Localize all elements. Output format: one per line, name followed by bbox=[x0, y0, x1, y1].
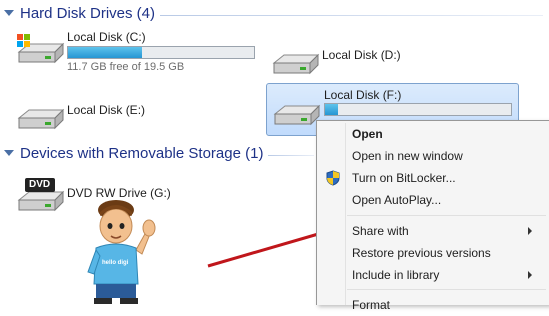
menu-item-label: Share with bbox=[352, 224, 409, 238]
menu-item-share-with[interactable]: Share with bbox=[319, 220, 546, 242]
menu-item-label: Open in new window bbox=[352, 149, 463, 163]
group-divider bbox=[160, 15, 543, 16]
uac-shield-icon bbox=[326, 170, 340, 186]
drive-usage-bar bbox=[324, 103, 512, 116]
dvd-logo-label: DVD bbox=[29, 179, 51, 190]
mascot-illustration: hello digi bbox=[84, 198, 164, 304]
drive-usage-bar bbox=[67, 46, 255, 59]
hard-drive-icon bbox=[17, 108, 65, 130]
drive-free-space: 11.7 GB free of 19.5 GB bbox=[67, 61, 185, 73]
menu-separator bbox=[347, 289, 546, 290]
hard-drive-icon bbox=[273, 104, 321, 126]
group-header-hard-disk-drives[interactable]: Hard Disk Drives (4) bbox=[0, 3, 549, 25]
drive-e[interactable]: Local Disk (E:) bbox=[15, 98, 155, 132]
menu-item-open-autoplay[interactable]: Open AutoPlay... bbox=[319, 189, 546, 211]
collapse-chevron-icon[interactable] bbox=[4, 10, 14, 16]
context-menu: Open Open in new window Turn on BitLocke… bbox=[316, 120, 549, 312]
submenu-arrow-icon bbox=[528, 271, 532, 279]
menu-item-label: Restore previous versions bbox=[352, 246, 491, 260]
menu-item-open[interactable]: Open bbox=[319, 123, 546, 145]
menu-item-include-in-library[interactable]: Include in library bbox=[319, 264, 546, 286]
menu-item-label: Open AutoPlay... bbox=[352, 193, 442, 207]
group-title: Hard Disk Drives (4) bbox=[20, 5, 156, 22]
mascot-shirt-text: hello digi bbox=[102, 260, 129, 266]
drive-name: Local Disk (C:) bbox=[67, 30, 146, 44]
drive-d[interactable]: Local Disk (D:) bbox=[270, 43, 410, 77]
menu-item-restore-previous-versions[interactable]: Restore previous versions bbox=[319, 242, 546, 264]
drive-name: Local Disk (D:) bbox=[322, 48, 401, 62]
menu-item-label: Include in library bbox=[352, 268, 440, 282]
drive-c[interactable]: Local Disk (C:) 11.7 GB free of 19.5 GB bbox=[15, 30, 265, 78]
windows-drive-icon bbox=[17, 34, 65, 64]
hard-drive-icon bbox=[272, 53, 320, 75]
group-divider bbox=[268, 155, 314, 156]
menu-separator bbox=[347, 215, 546, 216]
collapse-chevron-icon[interactable] bbox=[4, 150, 14, 156]
drive-usage-fill bbox=[325, 104, 339, 115]
drive-name: Local Disk (F:) bbox=[324, 88, 402, 102]
mascot-figure-icon bbox=[87, 200, 156, 304]
submenu-arrow-icon bbox=[528, 227, 532, 235]
drive-name: Local Disk (E:) bbox=[67, 103, 146, 117]
menu-item-open-new-window[interactable]: Open in new window bbox=[319, 145, 546, 167]
menu-item-format[interactable]: Format bbox=[319, 294, 546, 316]
menu-item-label: Turn on BitLocker... bbox=[352, 171, 456, 185]
group-title: Devices with Removable Storage (1) bbox=[20, 145, 264, 162]
menu-item-turn-on-bitlocker[interactable]: Turn on BitLocker... bbox=[319, 167, 546, 189]
menu-item-label: Open bbox=[352, 127, 383, 141]
menu-item-label: Format bbox=[352, 298, 391, 312]
drive-usage-fill bbox=[68, 47, 143, 58]
